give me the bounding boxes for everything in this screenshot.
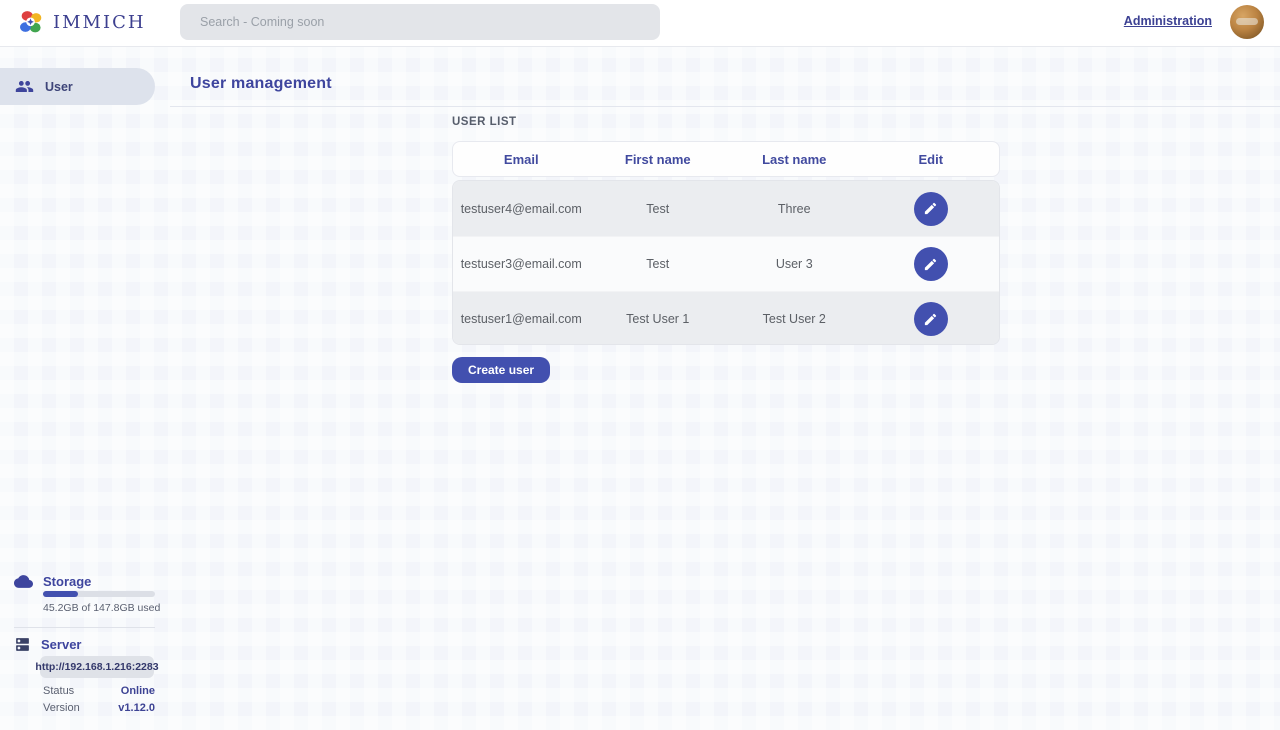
cloud-icon [14,572,33,591]
server-url-chip: http://192.168.1.216:2283 [40,656,154,678]
column-header-edit: Edit [863,152,1000,167]
server-status-row: Status Online [43,685,155,697]
cell-first-name: Test [590,202,727,216]
table-row: testuser4@email.com Test Three [453,181,999,236]
user-table-header: Email First name Last name Edit [452,141,1000,177]
server-icon [14,636,31,653]
version-value: v1.12.0 [118,702,155,714]
column-header-email: Email [453,152,590,167]
create-user-button[interactable]: Create user [452,357,550,383]
brand-wordmark: IMMICH [53,12,146,33]
storage-title: Storage [43,574,91,589]
administration-link[interactable]: Administration [1124,14,1212,28]
column-header-first-name: First name [590,152,727,167]
edit-user-button[interactable] [914,192,948,226]
immich-logo[interactable]: IMMICH [18,9,146,35]
user-avatar[interactable] [1230,5,1264,39]
storage-usage-text: 45.2GB of 147.8GB used [43,602,160,614]
cell-email: testuser1@email.com [453,312,590,326]
server-version-row: Version v1.12.0 [43,702,155,714]
cell-first-name: Test User 1 [590,312,727,326]
server-section: Server http://192.168.1.216:2283 Status … [0,636,170,653]
version-label: Version [43,702,80,714]
server-url: http://192.168.1.216:2283 [35,661,158,673]
immich-admin-app: IMMICH Administration User User manageme… [0,0,1280,730]
sidebar-item-user-label: User [45,80,73,94]
table-row: testuser3@email.com Test User 3 [453,236,999,291]
sidebar-divider [14,627,155,628]
pencil-icon [923,201,938,216]
status-value: Online [121,685,155,697]
server-title: Server [41,637,81,652]
status-label: Status [43,685,74,697]
storage-section: Storage 45.2GB of 147.8GB used [0,572,170,591]
storage-progress-track [43,591,155,597]
page-title: User management [190,75,332,93]
cell-last-name: User 3 [726,257,863,271]
cell-email: testuser3@email.com [453,257,590,271]
edit-user-button[interactable] [914,247,948,281]
user-table-body: testuser4@email.com Test Three testuser3… [452,180,1000,345]
users-icon [15,77,34,96]
sidebar-item-user[interactable]: User [0,68,155,105]
edit-user-button[interactable] [914,302,948,336]
pencil-icon [923,312,938,327]
column-header-last-name: Last name [726,152,863,167]
cell-last-name: Test User 2 [726,312,863,326]
immich-flower-icon [18,9,44,35]
title-divider [170,106,1280,107]
pencil-icon [923,257,938,272]
cell-last-name: Three [726,202,863,216]
search-input[interactable] [180,4,660,40]
cell-email: testuser4@email.com [453,202,590,216]
user-list-label: USER LIST [452,116,517,128]
top-bar: IMMICH Administration [0,0,1280,47]
cell-first-name: Test [590,257,727,271]
table-row: testuser1@email.com Test User 1 Test Use… [453,291,999,345]
storage-progress-fill [43,591,78,597]
